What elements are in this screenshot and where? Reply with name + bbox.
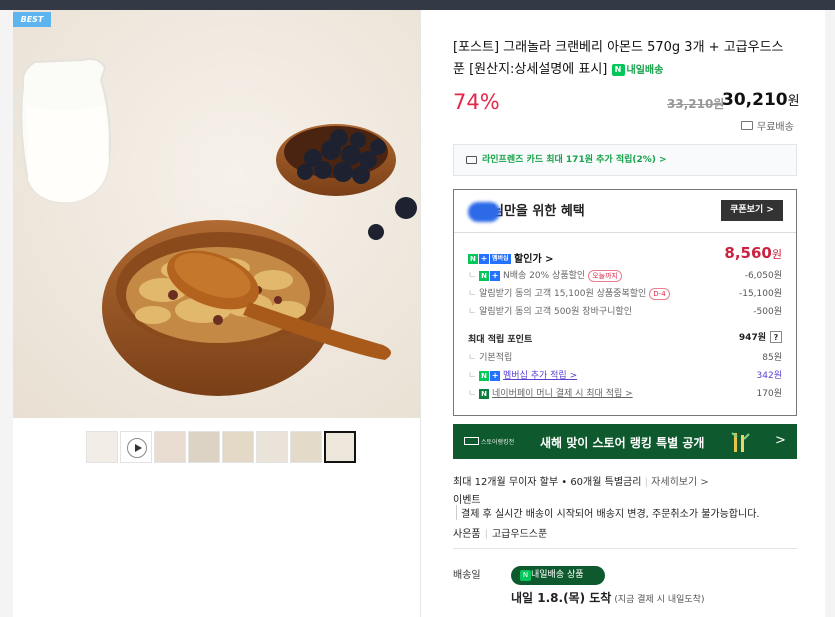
bamboo-icon	[731, 432, 750, 452]
event-text: 결제 후 실시간 배송이 시작되어 배송지 변경, 주문취소가 불가능합니다.	[456, 505, 760, 520]
thumbnail-video[interactable]	[120, 431, 152, 463]
top-bar	[0, 0, 835, 10]
original-price: 33,210원	[667, 97, 725, 111]
delivery-label: 배송일	[453, 570, 481, 581]
point-item-amount: 170원	[756, 389, 782, 399]
point-item: 기본적립	[468, 350, 512, 363]
play-icon	[127, 438, 147, 458]
thumbnail[interactable]	[188, 431, 220, 463]
discount-item: 알림받기 동의 고객 15,100원 상품중복할인D-4	[468, 286, 670, 300]
discount-item: N+ N배송 20% 상품할인오늘까지	[468, 268, 622, 282]
point-item-amount: 85원	[762, 353, 782, 363]
points-label: 최대 적립 포인트	[468, 335, 533, 345]
thumbnail[interactable]	[154, 431, 186, 463]
plus-icon: +	[490, 270, 501, 281]
column-divider	[420, 10, 421, 617]
product-title: [포스트] 그래놀라 크랜베리 아몬드 570g 3개 + 고급우드스푼 [원산…	[453, 37, 793, 82]
plus-icon: +	[479, 254, 489, 264]
discount-price-value: 8,560	[724, 244, 772, 262]
section-divider	[453, 548, 797, 549]
product-main-image[interactable]	[13, 10, 420, 418]
banner-small-label: 스토어랭킹전	[481, 439, 515, 446]
discount-item-amount: -6,050원	[744, 271, 782, 281]
thumbnail[interactable]	[256, 431, 288, 463]
npay-icon: N	[468, 254, 478, 264]
npay-icon: N	[479, 388, 490, 399]
discount-item: 알림받기 동의 고객 500원 장바구니할인	[468, 304, 632, 317]
nextday-badge: N 내일배송	[611, 64, 664, 76]
sale-price-value: 30,210	[722, 90, 788, 110]
page-gutter-right	[825, 10, 835, 617]
card-benefit-link[interactable]: 라인프렌즈 카드 최대 171원 추가 적립(2%) >	[453, 144, 797, 176]
discount-item-label: N배송 20% 상품할인	[503, 271, 586, 281]
deadline-tag: 오늘까지	[588, 270, 622, 282]
benefit-box: 님만을 위한 혜택 쿠폰보기 > N+멤버십 할인가 > 8,560원 N+ N…	[453, 189, 797, 416]
plus-icon: +	[490, 370, 501, 381]
thumbnail-strip	[86, 431, 356, 463]
arrival-date: 내일 1.8.(목) 도착 (지금 결제 시 내일도착)	[511, 589, 704, 606]
discount-rate: 74%	[453, 90, 500, 114]
benefit-divider	[454, 232, 796, 233]
shipping-info: 무료배송	[741, 118, 794, 133]
banner-title: 새해 맞이 스토어 랭킹 특별 공개	[540, 436, 705, 450]
gift-label: 사은품	[453, 529, 481, 540]
event-label: 이벤트	[453, 495, 481, 506]
nextday-label: 내일배송	[626, 65, 664, 76]
best-badge: BEST	[13, 12, 51, 27]
thumbnail[interactable]	[290, 431, 322, 463]
arrival-text: 내일 1.8.(목) 도착	[511, 591, 612, 605]
sale-price-unit: 원	[787, 94, 800, 109]
gift-separator: |	[484, 529, 488, 540]
discount-price-row[interactable]: N + 멤버십 할인가 >	[468, 250, 554, 265]
arrival-note: (지금 결제 시 내일도착)	[614, 595, 705, 605]
point-item-amount: 342원	[756, 371, 782, 381]
redacted-username	[468, 201, 500, 222]
store-mark-icon	[464, 437, 479, 445]
points-total-value: 947원	[738, 333, 766, 343]
discount-price-label: 할인가 >	[514, 254, 554, 265]
discount-price-unit: 원	[771, 248, 782, 261]
delivery-badge-text: 내일배송 상품	[531, 570, 584, 580]
coupon-button[interactable]: 쿠폰보기 >	[721, 200, 783, 221]
discount-item-amount: -15,100원	[738, 289, 782, 299]
point-item-label: 네이버페이 머니 결제 시 최대 적립 >	[492, 389, 633, 399]
chevron-right-icon: >	[775, 433, 786, 448]
nextday-icon: N	[520, 570, 531, 581]
npay-icon: N	[479, 270, 490, 281]
discount-item-label: 알림받기 동의 고객 500원 장바구니할인	[479, 307, 632, 317]
card-icon	[466, 156, 477, 164]
page-gutter-left	[0, 10, 13, 617]
gift-value: 고급우드스푼	[491, 529, 548, 540]
benefit-title-text: 님만을 위한 혜택	[492, 204, 585, 219]
thumbnail[interactable]	[86, 431, 118, 463]
granola-photo	[13, 10, 420, 418]
thumbnail-selected[interactable]	[324, 431, 356, 463]
membership-icon: 멤버십	[490, 254, 511, 264]
nextday-delivery-badge: N 내일배송 상품	[511, 566, 605, 585]
nextday-icon: N	[611, 64, 625, 76]
sale-price: 30,210원	[722, 90, 800, 110]
point-item-membership[interactable]: N+ 멤버십 추가 적립 >	[468, 368, 577, 381]
discount-price: 8,560원	[724, 244, 782, 262]
help-icon[interactable]: ?	[770, 331, 782, 343]
points-total: 947원?	[739, 330, 782, 343]
installment-text: 최대 12개월 무이자 할부 • 60개월 특별금리	[453, 477, 642, 488]
discount-item-label: 알림받기 동의 고객 15,100원 상품중복할인	[479, 289, 647, 299]
point-item-npay-money[interactable]: N 네이버페이 머니 결제 시 최대 적립 >	[468, 386, 633, 399]
gift-info: 사은품 | 고급우드스푼	[453, 525, 547, 540]
deadline-tag: D-4	[649, 288, 670, 300]
point-item-label: 멤버십 추가 적립 >	[503, 371, 578, 381]
npay-icon: N	[479, 370, 490, 381]
thumbnail[interactable]	[222, 431, 254, 463]
installment-more-link[interactable]: 자세히보기 >	[651, 477, 709, 488]
truck-icon	[741, 121, 753, 130]
discount-item-amount: -500원	[753, 307, 782, 317]
store-ranking-banner[interactable]: 스토어랭킹전 새해 맞이 스토어 랭킹 특별 공개 >	[453, 424, 797, 459]
card-benefit-text: 라인프렌즈 카드 최대 171원 추가 적립(2%) >	[482, 155, 667, 165]
shipping-label: 무료배송	[757, 122, 794, 133]
installment-info: 최대 12개월 무이자 할부 • 60개월 특별금리 | 자세히보기 >	[453, 477, 709, 488]
benefit-title: 님만을 위한 혜택	[468, 200, 585, 222]
